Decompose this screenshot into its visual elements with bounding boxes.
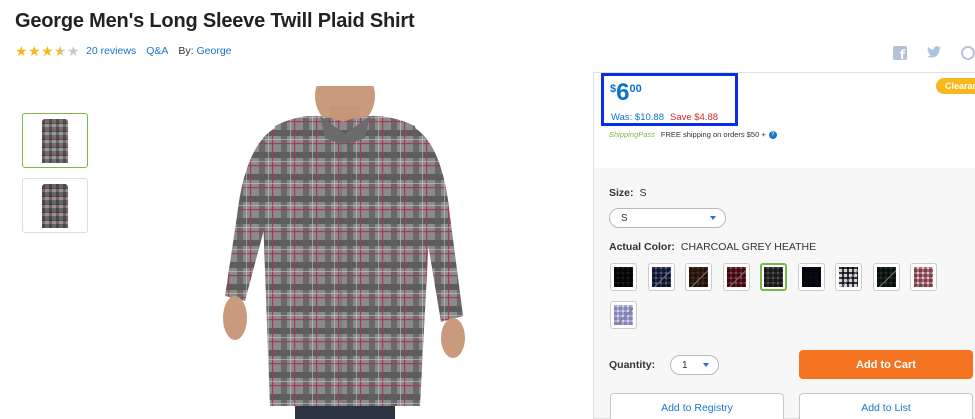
quantity-label: Quantity: <box>609 359 661 371</box>
shipping-pass-label[interactable]: ShippingPass <box>609 130 655 139</box>
shipping-info: ShippingPass FREE shipping on orders $50… <box>609 130 777 139</box>
brand-byline: By: George <box>178 45 231 57</box>
color-swatch-red-white-plaid[interactable] <box>910 263 937 291</box>
thumbnail-front-image <box>42 118 68 163</box>
free-shipping-text: FREE shipping on orders $50 + <box>660 130 766 139</box>
size-dropdown[interactable]: S <box>609 208 726 228</box>
color-label: Actual Color: <box>609 241 675 253</box>
product-main-image[interactable] <box>215 86 470 419</box>
swatch-fill <box>614 267 633 287</box>
color-swatch-navy-plaid[interactable] <box>648 263 675 291</box>
price-highlight: $ 6 00 Was: $10.88 Save $4.88 <box>601 73 738 126</box>
color-swatch-black-stripe[interactable] <box>610 263 637 291</box>
twitter-icon[interactable] <box>927 46 941 60</box>
chevron-down-icon <box>703 363 709 367</box>
product-meta: ★ ★ ★ ★ ★ 20 reviews Q&A By: George <box>15 44 232 58</box>
color-swatch-dark-navy[interactable] <box>798 263 825 291</box>
swatch-fill <box>689 267 708 287</box>
star-half-icon: ★ <box>54 43 67 59</box>
swatch-fill <box>802 267 821 287</box>
size-value: S <box>639 187 647 199</box>
swatch-fill <box>614 305 633 325</box>
current-price: $ 6 00 <box>610 81 642 105</box>
size-selected: S <box>621 212 628 224</box>
star-empty-icon: ★ <box>67 43 80 59</box>
qa-link[interactable]: Q&A <box>146 45 168 57</box>
price-whole: 6 <box>616 79 630 106</box>
rating-stars[interactable]: ★ ★ ★ ★ ★ <box>15 44 80 58</box>
thumbnail-back[interactable] <box>22 178 88 233</box>
size-label-row: Size: S <box>609 187 647 199</box>
facebook-icon[interactable] <box>893 46 907 62</box>
color-value: CHARCOAL GREY HEATHE <box>680 241 817 253</box>
reviews-link[interactable]: 20 reviews <box>86 45 136 57</box>
was-price: Was: $10.88 <box>611 112 664 123</box>
size-label: Size: <box>609 187 634 199</box>
add-to-cart-button[interactable]: Add to Cart <box>799 350 973 379</box>
swatch-fill <box>877 267 896 287</box>
swatch-fill <box>652 267 671 287</box>
pinterest-icon[interactable] <box>961 46 975 60</box>
share-bar <box>893 46 975 62</box>
swatch-fill <box>727 267 746 287</box>
help-icon[interactable]: ? <box>768 130 777 139</box>
swatch-fill <box>839 267 858 287</box>
price-comparison: Was: $10.88 Save $4.88 <box>611 112 718 123</box>
color-label-row: Actual Color: CHARCOAL GREY HEATHE <box>609 241 816 253</box>
color-swatch-charcoal-grey-heather[interactable] <box>760 263 787 291</box>
color-swatch-white-black-plaid[interactable] <box>835 263 862 291</box>
quantity-value: 1 <box>682 359 688 371</box>
price-cents: 00 <box>629 83 642 95</box>
star-icon: ★ <box>28 43 41 59</box>
thumbnail-back-image <box>42 183 68 228</box>
quantity-label-text: Quantity: <box>609 359 656 371</box>
savings: Save $4.88 <box>669 112 719 123</box>
clearance-badge: Clearan <box>936 78 975 94</box>
brand-link[interactable]: George <box>196 45 231 57</box>
product-title: George Men's Long Sleeve Twill Plaid Shi… <box>15 10 415 32</box>
swatch-fill <box>764 267 783 287</box>
star-icon: ★ <box>41 43 54 59</box>
quantity-dropdown[interactable]: 1 <box>670 355 719 375</box>
star-icon: ★ <box>15 43 28 59</box>
by-label: By: <box>178 45 194 57</box>
add-to-registry-button[interactable]: Add to Registry <box>610 393 784 419</box>
color-swatch-lavender-plaid[interactable] <box>610 301 637 329</box>
swatch-fill <box>914 267 933 287</box>
color-swatch-brown-plaid[interactable] <box>685 263 712 291</box>
add-to-list-button[interactable]: Add to List <box>799 393 973 419</box>
thumbnail-front[interactable] <box>22 113 88 168</box>
color-swatch-green-plaid[interactable] <box>873 263 900 291</box>
color-swatch-red-plaid[interactable] <box>723 263 750 291</box>
chevron-down-icon <box>710 216 716 220</box>
